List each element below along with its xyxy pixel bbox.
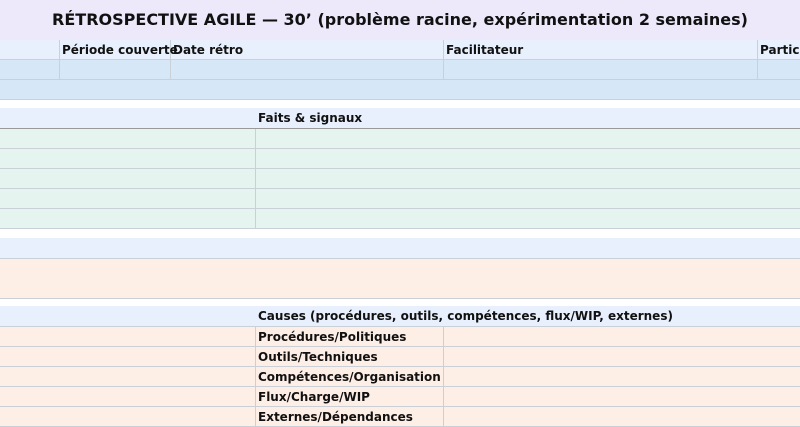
facts-row[interactable] — [0, 149, 800, 169]
facts-row[interactable] — [0, 129, 800, 149]
sheet-title: RÉTROSPECTIVE AGILE — 30’ (problème raci… — [52, 10, 748, 29]
info-row[interactable] — [0, 80, 800, 100]
info-input-row[interactable] — [0, 60, 800, 80]
cell[interactable] — [0, 60, 60, 79]
header-facilitateur: Facilitateur — [446, 43, 524, 57]
cause-label: Externes/Dépendances — [258, 410, 413, 424]
cause-row[interactable]: Externes/Dépendances — [0, 407, 800, 427]
cause-label: Procédures/Politiques — [258, 330, 407, 344]
facts-row[interactable] — [0, 189, 800, 209]
facilitateur-cell[interactable] — [444, 60, 758, 79]
facts-row[interactable] — [0, 169, 800, 189]
causes-header-row: Causes (procédures, outils, compétences,… — [0, 306, 800, 327]
header-date: Date rétro — [173, 43, 244, 57]
facts-label: Faits & signaux — [258, 111, 363, 125]
cause-label: Outils/Techniques — [258, 350, 378, 364]
sheet-title-row: RÉTROSPECTIVE AGILE — 30’ (problème raci… — [0, 0, 800, 40]
facts-row[interactable] — [0, 209, 800, 229]
header-participants: Partici — [760, 43, 800, 57]
date-cell[interactable] — [171, 60, 444, 79]
causes-label: Causes (procédures, outils, compétences,… — [258, 309, 673, 323]
cause-row[interactable]: Outils/Techniques — [0, 347, 800, 367]
periode-cell[interactable] — [60, 60, 171, 79]
cell[interactable] — [0, 40, 60, 59]
cause-row[interactable]: Flux/Charge/WIP — [0, 387, 800, 407]
info-header-row: Période couverte Date rétro Facilitateur… — [0, 40, 800, 60]
cause-label: Flux/Charge/WIP — [258, 390, 370, 404]
cause-label: Compétences/Organisation — [258, 370, 441, 384]
cause-row[interactable]: Compétences/Organisation — [0, 367, 800, 387]
problem-row[interactable] — [0, 259, 800, 299]
facts-header-row: Faits & signaux — [0, 108, 800, 129]
cause-row[interactable]: Procédures/Politiques — [0, 327, 800, 347]
header-periode: Période couverte — [62, 43, 178, 57]
problem-header-row — [0, 238, 800, 259]
